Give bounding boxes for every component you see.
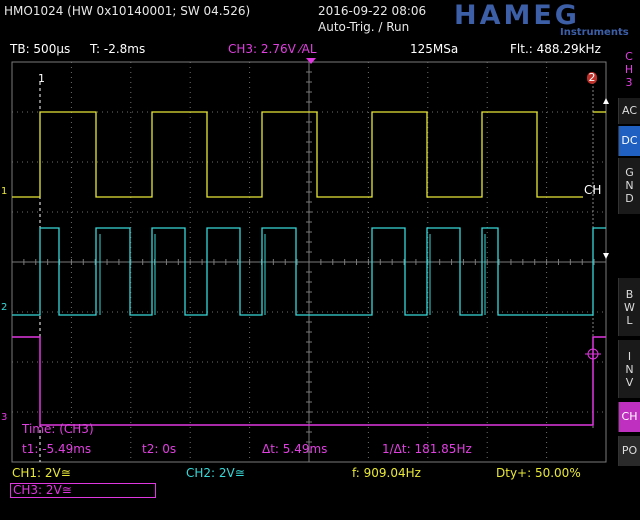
datetime: 2016-09-22 08:06: [318, 4, 427, 18]
footer-frequency: f: 909.04Hz: [352, 466, 421, 480]
po-button[interactable]: PO: [618, 436, 640, 466]
sample-rate: 125MSa: [410, 42, 459, 56]
gnd-button[interactable]: GND: [618, 158, 640, 214]
ch2-marker[interactable]: 2: [1, 302, 7, 313]
dc-button[interactable]: DC: [618, 126, 640, 156]
frequency-readout: Flt.: 488.29kHz: [510, 42, 601, 56]
footer-ch3[interactable]: CH3: 2V≅: [10, 483, 156, 498]
side-menu-channel: CH3: [618, 48, 640, 96]
footer-duty: Dty+: 50.00%: [496, 466, 581, 480]
ch-button[interactable]: CH: [618, 402, 640, 432]
cursor1-label[interactable]: 1: [38, 72, 45, 85]
device-id: HMO1024 (HW 0x10140001; SW 04.526): [4, 4, 251, 18]
ch-level-label: CH: [584, 183, 602, 197]
timebase[interactable]: TB: 500µs: [10, 42, 70, 56]
cursor-inv-delta-t: 1/Δt: 181.85Hz: [382, 442, 472, 456]
cursor-t1: t1: -5.49ms: [22, 442, 92, 456]
cursor-t2: t2: 0s: [142, 442, 177, 456]
hameg-logo: HAMEG Instruments: [454, 0, 629, 37]
brand-sub-text: Instruments: [560, 27, 629, 37]
cursor-title: Time: (CH3): [22, 422, 94, 436]
bwl-button[interactable]: BWL: [618, 278, 640, 336]
ac-button[interactable]: AC: [618, 98, 640, 124]
footer-ch2[interactable]: CH2: 2V≅: [186, 466, 245, 480]
cursor-delta-t: Δt: 5.49ms: [262, 442, 328, 456]
trigger-mode: Auto-Trig. / Run: [318, 20, 410, 34]
ch3-marker[interactable]: 3: [1, 412, 7, 423]
trigger-slope: ⁄AL: [299, 42, 317, 56]
trigger-time[interactable]: T: -2.8ms: [90, 42, 145, 56]
inv-button[interactable]: INV: [618, 340, 640, 398]
footer-ch1[interactable]: CH1: 2V≅: [12, 466, 71, 480]
ch1-marker[interactable]: 1: [1, 186, 7, 197]
cursor2-label[interactable]: 2: [587, 72, 597, 84]
trigger-level[interactable]: CH3: 2.76V ⁄AL: [228, 42, 317, 56]
trigger-level-value: CH3: 2.76V: [228, 42, 296, 56]
